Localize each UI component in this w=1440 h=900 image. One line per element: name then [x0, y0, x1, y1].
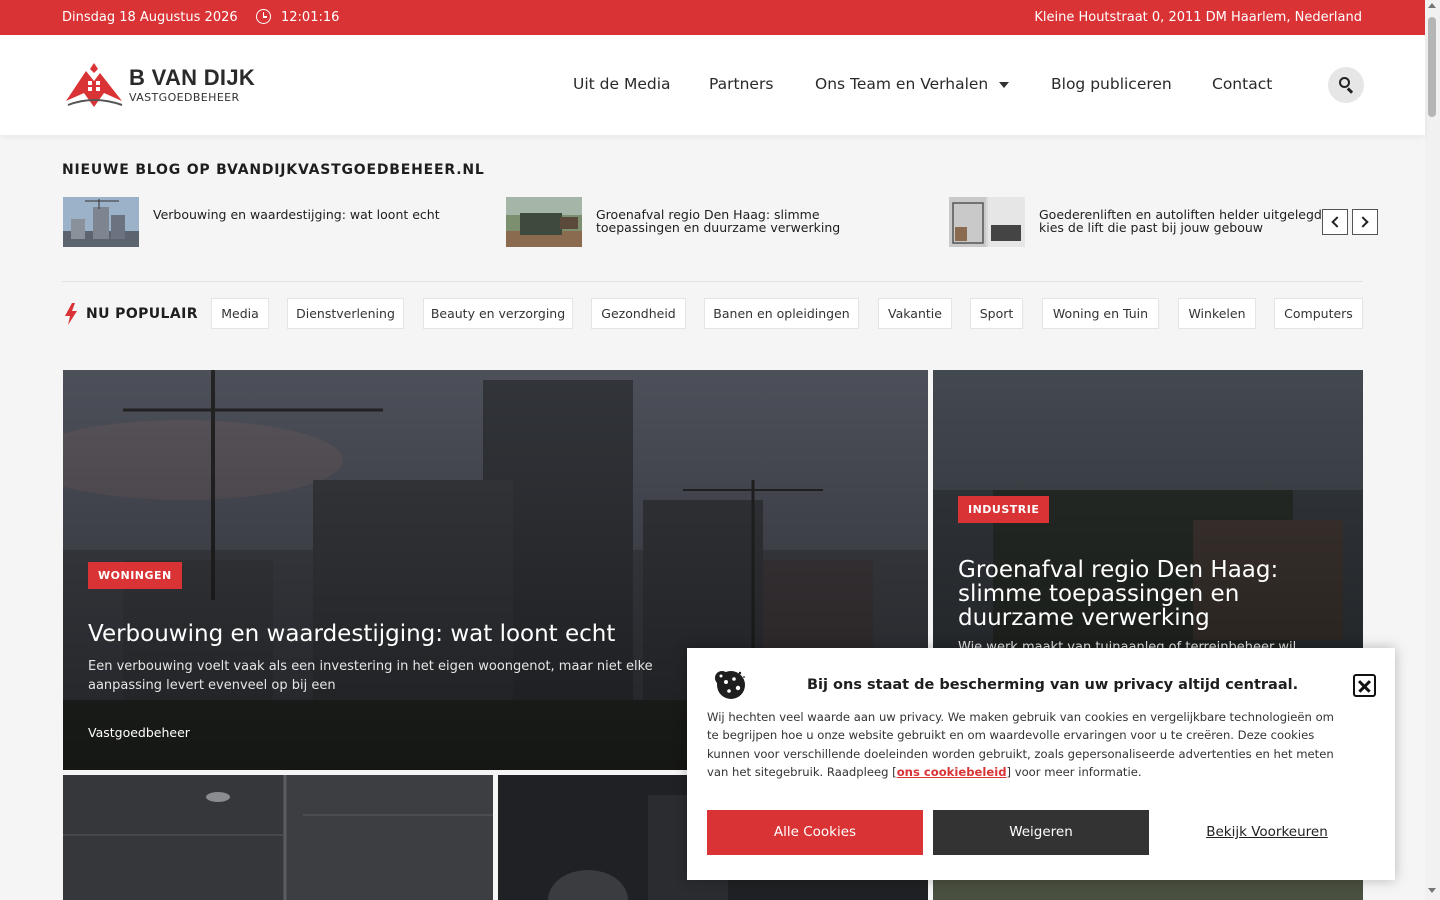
cookie-text-after: ] voor meer informatie.	[1006, 764, 1142, 779]
nav-blog-publiceren[interactable]: Blog publiceren	[1051, 75, 1172, 93]
warehouse-photo	[63, 775, 493, 900]
logo-title: B VAN DIJK	[129, 65, 256, 90]
site-header: B VAN DIJK VASTGOEDBEHEER Uit de Media P…	[0, 35, 1425, 135]
nav-uit-de-media[interactable]: Uit de Media	[573, 75, 671, 93]
clock-icon	[256, 9, 271, 24]
tag-media[interactable]: Media	[211, 298, 269, 329]
tag-beauty-en-verzorging[interactable]: Beauty en verzorging	[423, 298, 573, 329]
chevron-left-icon	[1331, 216, 1343, 228]
scrollbar-thumb[interactable]	[1428, 17, 1436, 117]
accept-all-cookies-button[interactable]: Alle Cookies	[707, 810, 923, 855]
machine-photo	[506, 197, 582, 247]
logo-house-icon	[66, 63, 123, 107]
ticker-item[interactable]: Groenafval regio Den Haag: slimme toepas…	[506, 197, 906, 247]
building-photo	[63, 197, 139, 247]
category-badge[interactable]: WONINGEN	[88, 562, 182, 589]
article-card[interactable]	[63, 775, 493, 900]
search-button[interactable]	[1328, 67, 1364, 103]
tag-computers[interactable]: Computers	[1274, 298, 1363, 329]
ticker-prev-button[interactable]	[1322, 209, 1348, 235]
tag-vakantie[interactable]: Vakantie	[878, 298, 952, 329]
search-icon-handle	[1347, 87, 1354, 94]
featured-author[interactable]: Vastgoedbeheer	[88, 725, 190, 740]
nav-partners[interactable]: Partners	[709, 75, 773, 93]
close-icon[interactable]	[1353, 674, 1376, 697]
chevron-right-icon	[1357, 216, 1369, 228]
new-blog-heading: NIEUWE BLOG OP BVANDIJKVASTGOEDBEHEER.NL	[62, 162, 485, 178]
view-preferences-button[interactable]: Bekijk Voorkeuren	[1159, 810, 1375, 855]
ticker-title[interactable]: Goederenliften en autoliften helder uitg…	[1039, 208, 1339, 234]
featured-title[interactable]: Verbouwing en waardestijging: wat loont …	[88, 622, 888, 646]
ticker-title[interactable]: Verbouwing en waardestijging: wat loont …	[153, 208, 453, 221]
cookie-dialog-title: Bij ons staat de bescherming van uw priv…	[807, 677, 1299, 693]
category-badge[interactable]: INDUSTRIE	[958, 496, 1050, 523]
divider	[62, 281, 1363, 282]
site-logo[interactable]: B VAN DIJK VASTGOEDBEHEER	[64, 59, 264, 111]
logo-subtitle: VASTGOEDBEHEER	[129, 91, 240, 104]
featured-excerpt: Een verbouwing voelt vaak als een invest…	[88, 659, 653, 693]
featured-title[interactable]: Groenafval regio Den Haag: slimme toepas…	[958, 558, 1338, 630]
ticker-item[interactable]: Goederenliften en autoliften helder uitg…	[949, 197, 1349, 247]
elevator-photo	[949, 197, 1025, 247]
scroll-down-icon[interactable]	[1428, 888, 1436, 893]
nav-ons-team[interactable]: Ons Team en Verhalen	[815, 75, 988, 93]
top-bar: Dinsdag 18 Augustus 2026 12:01:16 Kleine…	[0, 0, 1425, 35]
cookie-icon	[715, 671, 745, 699]
tag-winkelen[interactable]: Winkelen	[1178, 298, 1256, 329]
ticker-item[interactable]: Verbouwing en waardestijging: wat loont …	[63, 197, 463, 247]
tag-dienstverlening[interactable]: Dienstverlening	[287, 298, 404, 329]
current-time: 12:01:16	[281, 10, 340, 25]
current-date: Dinsdag 18 Augustus 2026	[62, 10, 238, 25]
ticker-thumbnail[interactable]	[63, 197, 139, 247]
tag-woning-en-tuin[interactable]: Woning en Tuin	[1042, 298, 1159, 329]
ticker-title[interactable]: Groenafval regio Den Haag: slimme toepas…	[596, 208, 896, 234]
tag-banen-en-opleidingen[interactable]: Banen en opleidingen	[704, 298, 859, 329]
cookie-consent-dialog: Bij ons staat de bescherming van uw priv…	[687, 648, 1395, 880]
ticker-thumbnail[interactable]	[506, 197, 582, 247]
tag-gezondheid[interactable]: Gezondheid	[591, 298, 686, 329]
ticker-thumbnail[interactable]	[949, 197, 1025, 247]
bolt-icon	[65, 303, 77, 325]
chevron-down-icon[interactable]	[999, 82, 1009, 88]
scroll-up-icon[interactable]	[1428, 3, 1436, 8]
deny-cookies-button[interactable]: Weigeren	[933, 810, 1149, 855]
ticker-next-button[interactable]	[1352, 209, 1378, 235]
popular-label: NU POPULAIR	[86, 306, 198, 322]
page-scrollbar[interactable]	[1425, 0, 1440, 900]
nav-contact[interactable]: Contact	[1212, 75, 1272, 93]
cookie-policy-link[interactable]: ons cookiebeleid	[897, 765, 1007, 779]
cookie-dialog-text: Wij hechten veel waarde aan uw privacy. …	[707, 708, 1337, 781]
company-address: Kleine Houtstraat 0, 2011 DM Haarlem, Ne…	[1034, 10, 1362, 25]
tag-sport[interactable]: Sport	[970, 298, 1023, 329]
